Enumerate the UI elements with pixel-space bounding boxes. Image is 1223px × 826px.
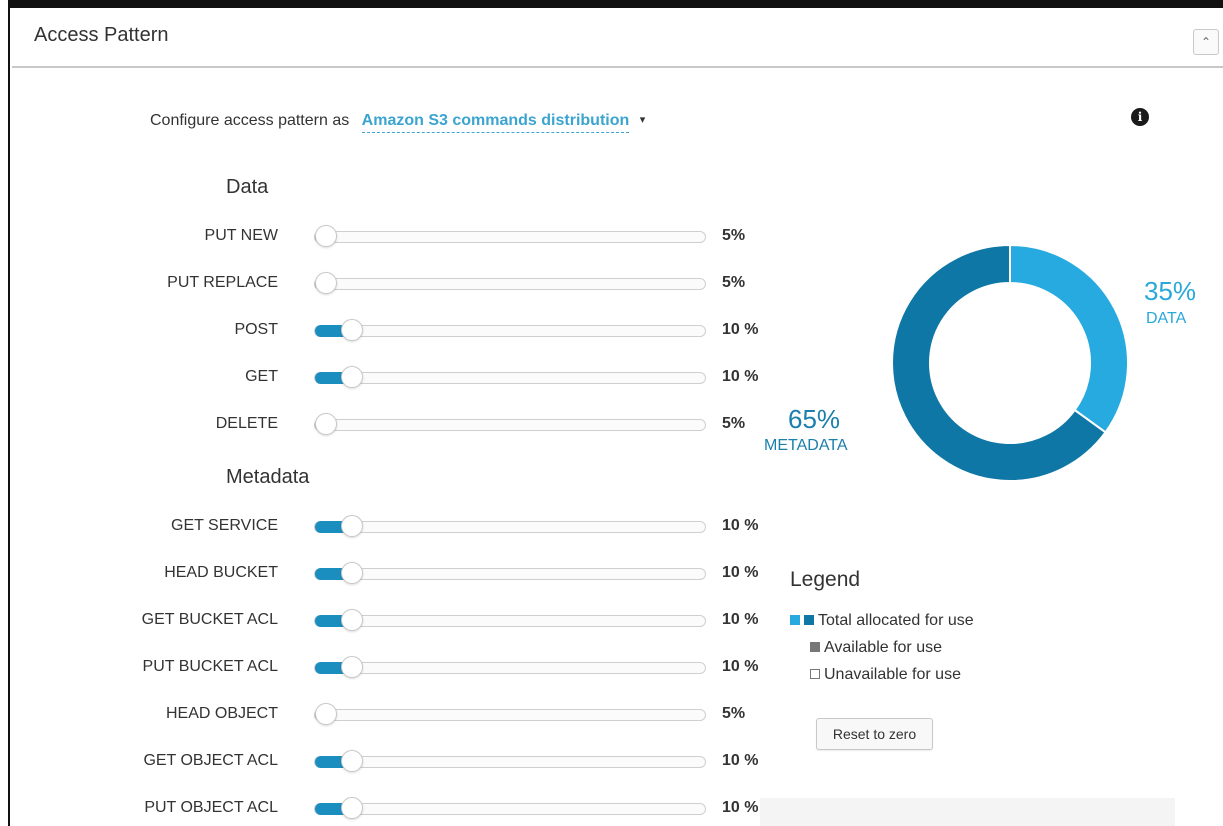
percent-slider[interactable]: [314, 750, 706, 772]
slider-handle[interactable]: [341, 750, 363, 772]
metadata-heading: Metadata: [226, 466, 310, 488]
slider-handle[interactable]: [315, 272, 337, 294]
panel-title: Access Pattern: [34, 24, 169, 46]
slider-value: 10 %: [722, 517, 759, 534]
window-left-border: [0, 0, 10, 826]
slider-value: 10 %: [722, 611, 759, 628]
slider-label: PUT OBJECT ACL: [144, 799, 278, 816]
data-heading: Data: [226, 176, 269, 198]
slider-label: GET OBJECT ACL: [143, 752, 278, 769]
caret-down-icon[interactable]: ▾: [640, 114, 646, 126]
percent-slider[interactable]: [314, 225, 706, 247]
slider-value: 10 %: [722, 752, 759, 769]
data-percent-label: 35%: [1144, 276, 1197, 306]
reset-to-zero-button[interactable]: Reset to zero: [816, 718, 933, 750]
legend-title: Legend: [790, 568, 861, 591]
slider-label: GET: [245, 368, 278, 385]
legend-item-allocated: Total allocated for use: [790, 612, 974, 630]
slider-value: 10 %: [722, 321, 759, 338]
slider-label: PUT REPLACE: [167, 274, 278, 291]
slider-label: GET SERVICE: [171, 517, 278, 534]
slider-label: DELETE: [215, 415, 278, 432]
slider-value: 5%: [722, 705, 746, 722]
slider-label: GET BUCKET ACL: [141, 611, 278, 628]
percent-slider[interactable]: [314, 413, 706, 435]
collapse-button[interactable]: ⌃: [1193, 29, 1219, 55]
allocated-dark-swatch-icon: [804, 614, 814, 625]
window-top-border: [0, 0, 1223, 8]
slider-handle[interactable]: [315, 703, 337, 725]
percent-slider[interactable]: [314, 366, 706, 388]
slider-label: HEAD BUCKET: [164, 564, 278, 581]
metadata-label: METADATA: [764, 437, 848, 454]
configure-prefix: Configure access pattern as: [150, 112, 350, 129]
available-swatch-icon: [810, 641, 820, 652]
slider-label: PUT NEW: [204, 227, 278, 244]
data-label: DATA: [1146, 310, 1187, 327]
slider-handle[interactable]: [341, 366, 363, 388]
slider-value: 5%: [722, 274, 746, 291]
percent-slider[interactable]: [314, 272, 706, 294]
configure-row: Configure access pattern as Amazon S3 co…: [150, 112, 646, 133]
slider-handle[interactable]: [341, 609, 363, 631]
legend-label-available: Available for use: [824, 639, 942, 656]
bottom-shade: [760, 798, 1175, 826]
percent-slider[interactable]: [314, 319, 706, 341]
percent-slider[interactable]: [314, 609, 706, 631]
allocation-donut-chart: [891, 243, 1129, 482]
slider-handle[interactable]: [315, 413, 337, 435]
metadata-percent-label: 65%: [788, 404, 841, 434]
slider-value: 10 %: [722, 799, 759, 816]
percent-slider[interactable]: [314, 562, 706, 584]
slider-value: 10 %: [722, 368, 759, 385]
legend-item-available: Available for use: [810, 639, 942, 657]
access-pattern-dropdown[interactable]: Amazon S3 commands distribution: [361, 112, 630, 133]
slider-label: POST: [234, 321, 278, 338]
percent-slider[interactable]: [314, 515, 706, 537]
slider-handle[interactable]: [341, 319, 363, 341]
allocated-light-swatch-icon: [790, 614, 800, 625]
info-icon[interactable]: i: [1131, 108, 1149, 126]
slider-handle[interactable]: [341, 562, 363, 584]
slider-value: 5%: [722, 227, 746, 244]
unavailable-swatch-icon: [810, 668, 820, 679]
slider-handle[interactable]: [315, 225, 337, 247]
percent-slider[interactable]: [314, 656, 706, 678]
percent-slider[interactable]: [314, 703, 706, 725]
slider-value: 10 %: [722, 658, 759, 675]
panel-header: Access Pattern ⌃: [12, 8, 1223, 68]
slider-label: HEAD OBJECT: [165, 705, 278, 722]
percent-slider[interactable]: [314, 797, 706, 819]
double-chevron-up-icon: ⌃: [1200, 35, 1212, 49]
slider-label: PUT BUCKET ACL: [142, 658, 278, 675]
legend-label-unavailable: Unavailable for use: [824, 666, 961, 683]
slider-handle[interactable]: [341, 797, 363, 819]
legend-item-unavailable: Unavailable for use: [810, 666, 961, 684]
slider-handle[interactable]: [341, 515, 363, 537]
slider-handle[interactable]: [341, 656, 363, 678]
slider-value: 10 %: [722, 564, 759, 581]
legend-label-allocated: Total allocated for use: [818, 612, 974, 629]
data-slice: [1009, 243, 1129, 434]
slider-value: 5%: [722, 415, 746, 432]
